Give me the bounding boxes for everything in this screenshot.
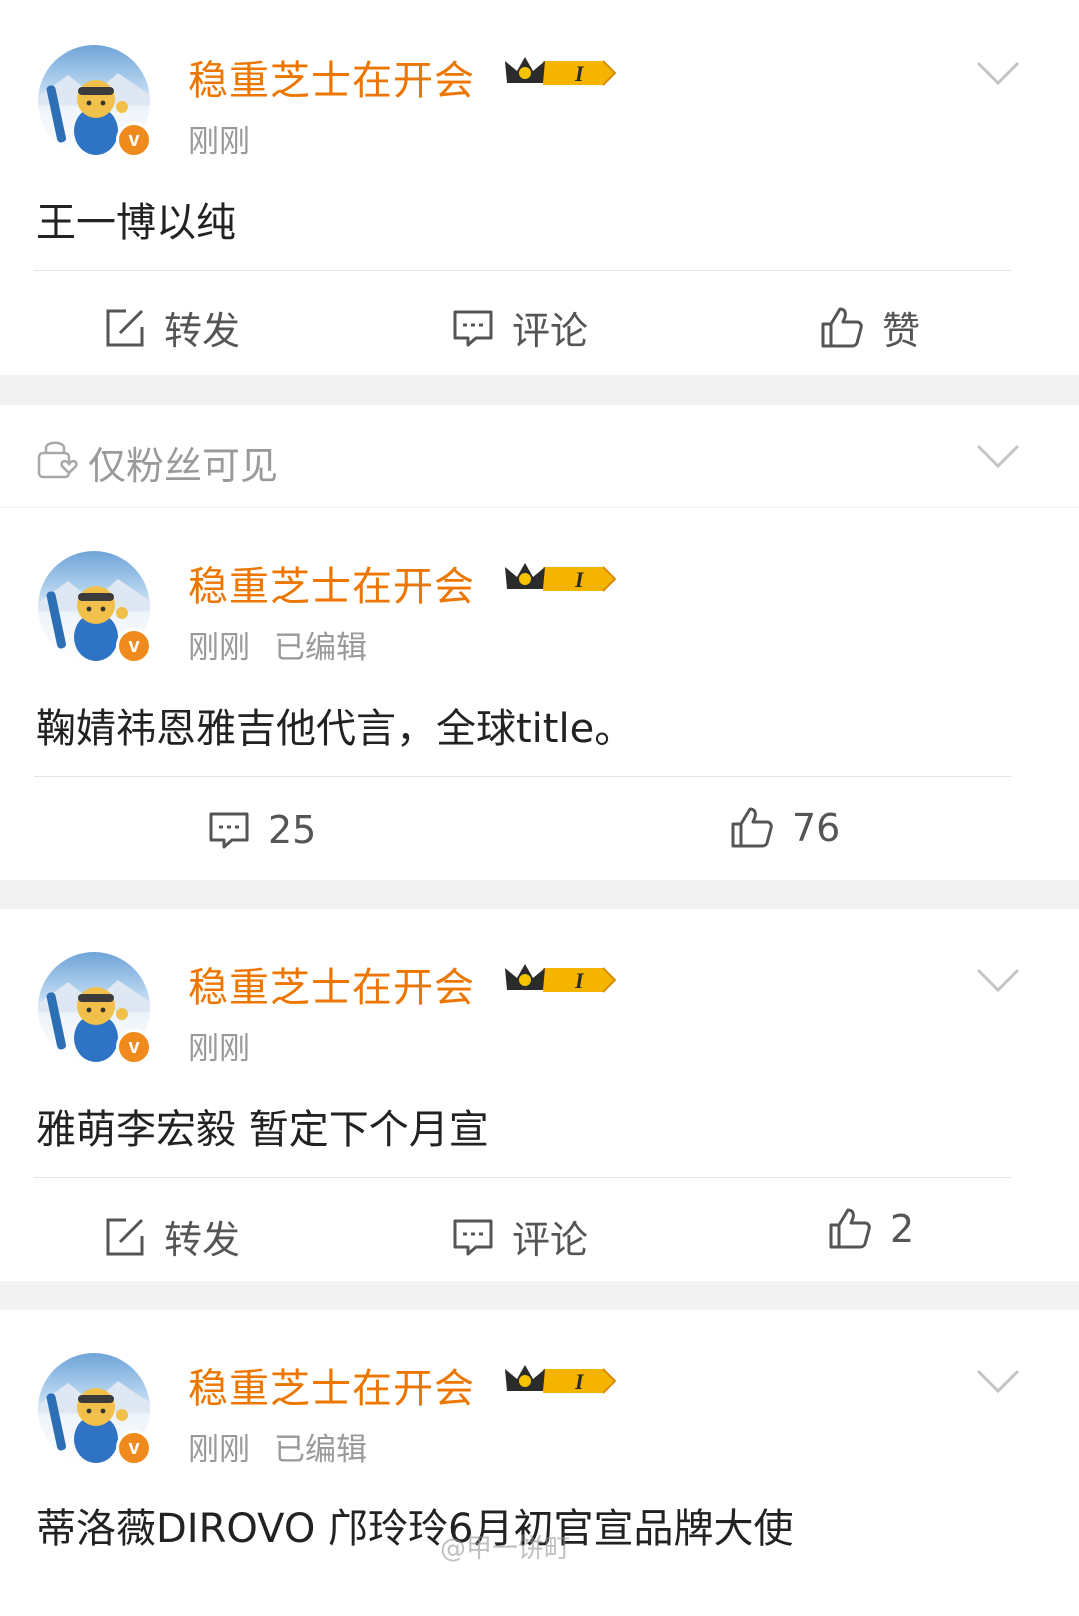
post-meta: 刚刚 — [188, 1023, 250, 1068]
username[interactable]: 稳重芝士在开会 — [188, 554, 475, 612]
lock-heart-icon — [37, 441, 78, 479]
post-text: 蒂洛薇DIROVO 邝玲玲6月初官宣品牌大使 — [36, 1506, 794, 1552]
repost-label: 转发 — [164, 309, 241, 353]
fans-only-label: 仅粉丝可见 — [88, 444, 279, 488]
post-card-1: v 稳重芝士在开会 I 刚刚 王一博以纯 转发 评论 赞 — [0, 0, 1079, 375]
comment-button[interactable]: 评论 — [452, 1209, 588, 1264]
divider — [34, 776, 1012, 777]
post-text: 雅萌李宏毅 暂定下个月宣 — [36, 1107, 489, 1153]
verified-badge: v — [116, 122, 152, 158]
chevron-down-icon[interactable] — [976, 1368, 1020, 1394]
repost-icon — [106, 1218, 144, 1255]
fans-only-bar[interactable]: 仅粉丝可见 — [0, 405, 1079, 507]
watermark: @甲一饼町 — [440, 1534, 571, 1564]
like-button[interactable]: 赞 — [820, 300, 920, 355]
like-label: 赞 — [882, 309, 921, 353]
verified-badge: v — [116, 1430, 152, 1466]
comment-label: 评论 — [512, 309, 589, 353]
thumbs-up-icon — [731, 807, 773, 848]
post-time: 刚刚 — [188, 1031, 250, 1067]
post-text: 鞠婧祎恩雅吉他代言，全球title。 — [36, 706, 635, 752]
post-meta: 刚刚 已编辑 — [188, 622, 367, 667]
post-meta: 刚刚 已编辑 — [188, 1424, 367, 1469]
post-text: 王一博以纯 — [36, 200, 236, 246]
divider — [34, 1177, 1012, 1178]
post-time: 刚刚 — [188, 630, 250, 666]
edited-label: 已编辑 — [274, 630, 367, 666]
repost-label: 转发 — [164, 1218, 241, 1262]
username[interactable]: 稳重芝士在开会 — [188, 48, 475, 106]
username[interactable]: 稳重芝士在开会 — [188, 1356, 475, 1414]
svg-text:I: I — [574, 968, 585, 993]
vip-crown-badge[interactable]: I — [503, 559, 617, 599]
chevron-down-icon[interactable] — [976, 443, 1020, 469]
svg-text:I: I — [574, 1369, 585, 1394]
comment-button[interactable]: 评论 — [452, 300, 588, 355]
verified-badge: v — [116, 1029, 152, 1065]
like-button[interactable]: 76 — [730, 806, 840, 850]
post-time: 刚刚 — [188, 124, 250, 160]
like-button[interactable]: 2 — [828, 1207, 914, 1251]
username[interactable]: 稳重芝士在开会 — [188, 955, 475, 1013]
svg-text:I: I — [574, 61, 585, 86]
vip-crown-badge[interactable]: I — [503, 960, 617, 1000]
like-count: 76 — [792, 806, 841, 850]
repost-icon — [106, 309, 144, 346]
svg-text:I: I — [574, 567, 585, 592]
chevron-down-icon[interactable] — [976, 60, 1020, 86]
comment-count: 25 — [268, 808, 317, 852]
comment-button[interactable]: 25 — [208, 808, 316, 852]
comment-icon — [453, 310, 493, 346]
like-count: 2 — [890, 1207, 915, 1251]
thumbs-up-icon — [821, 307, 863, 347]
post-card-3: v 稳重芝士在开会 I 刚刚 雅萌李宏毅 暂定下个月宣 转发 评论 2 — [0, 909, 1079, 1281]
thumbs-up-icon — [829, 1208, 871, 1249]
comment-icon — [209, 812, 249, 849]
repost-button[interactable]: 转发 — [104, 1209, 240, 1264]
verified-badge: v — [116, 628, 152, 664]
divider — [34, 270, 1012, 271]
repost-button[interactable]: 转发 — [104, 300, 240, 355]
vip-crown-badge[interactable]: I — [503, 53, 617, 93]
comment-label: 评论 — [512, 1218, 589, 1262]
post-card-2: v 稳重芝士在开会 I 刚刚 已编辑 鞠婧祎恩雅吉他代言，全球title。 25 … — [0, 508, 1079, 880]
vip-crown-badge[interactable]: I — [503, 1361, 617, 1401]
post-time: 刚刚 — [188, 1432, 250, 1468]
post-card-4: v 稳重芝士在开会 I 刚刚 已编辑 蒂洛薇DIROVO 邝玲玲6月初官宣品牌大使 — [0, 1310, 1079, 1616]
edited-label: 已编辑 — [274, 1432, 367, 1468]
comment-icon — [453, 1219, 493, 1255]
chevron-down-icon[interactable] — [976, 967, 1020, 993]
post-meta: 刚刚 — [188, 116, 250, 161]
